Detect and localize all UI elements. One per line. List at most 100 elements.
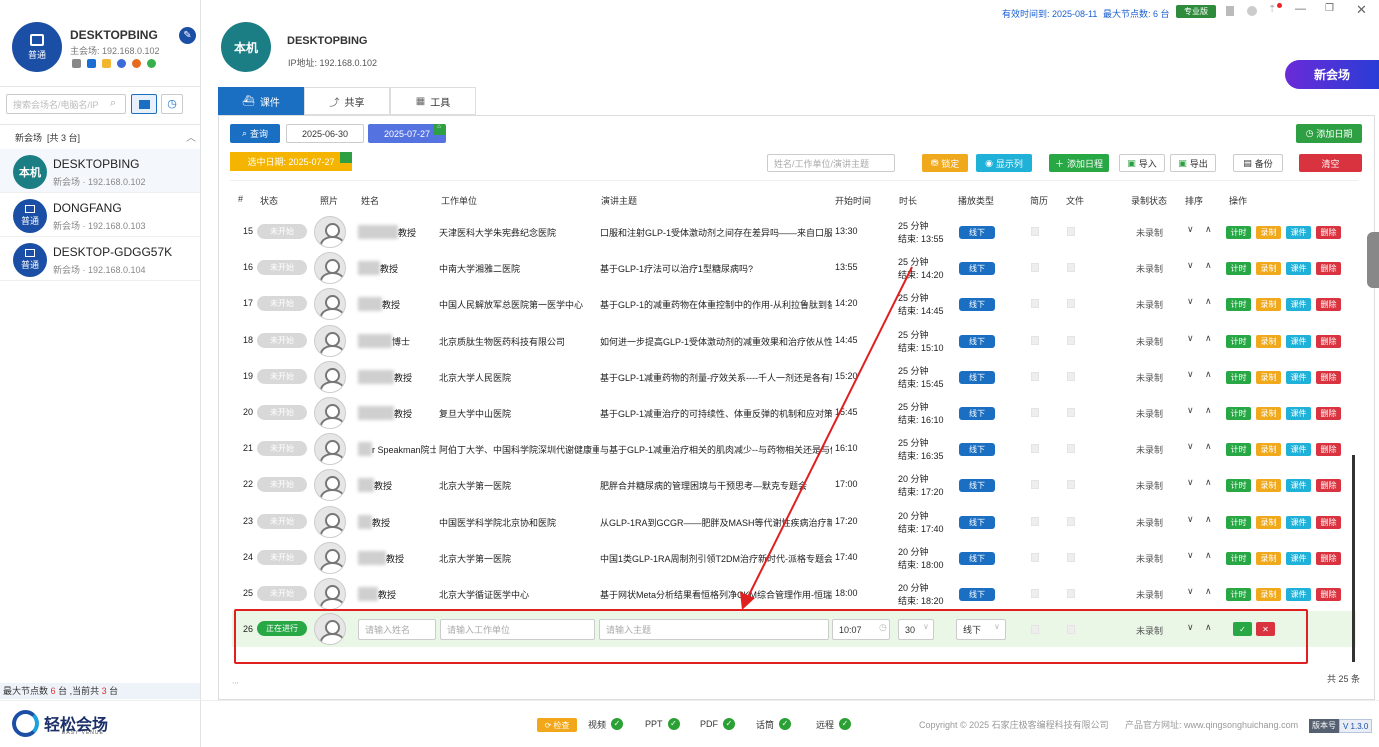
file-checkbox[interactable] (1067, 299, 1075, 309)
resume-checkbox[interactable] (1031, 480, 1039, 490)
lock-button[interactable]: ⛃ 锁定 (922, 154, 968, 172)
sort-up-icon[interactable]: ∧ (1205, 405, 1212, 416)
delete-button[interactable]: 删除 (1316, 479, 1341, 493)
play-type-button[interactable]: 线下 (959, 334, 995, 348)
row-search-input[interactable]: 姓名/工作单位/演讲主题 (767, 154, 895, 172)
record-button[interactable]: 录制 (1256, 334, 1281, 348)
scrollbar[interactable] (1352, 455, 1355, 662)
avatar[interactable] (314, 360, 346, 393)
sort-down-icon[interactable]: ∨ (1187, 477, 1194, 488)
sort-down-icon[interactable]: ∨ (1187, 441, 1194, 452)
timer-button[interactable]: 计时 (1226, 588, 1251, 601)
avatar[interactable] (314, 397, 346, 429)
resume-checkbox[interactable] (1031, 371, 1039, 381)
avatar[interactable] (314, 216, 346, 248)
side-handle[interactable] (1367, 232, 1379, 288)
sort-down-icon[interactable]: ∨ (1187, 405, 1194, 416)
sort-down-icon[interactable]: ∨ (1187, 550, 1194, 561)
doc-icon[interactable] (1226, 6, 1234, 16)
courseware-button[interactable]: 课件 (1286, 515, 1311, 529)
close-icon[interactable]: ✕ (1356, 2, 1367, 18)
import-button[interactable]: ▣ 导入 (1119, 154, 1165, 172)
courseware-button[interactable]: 课件 (1286, 479, 1311, 493)
sort-up-icon[interactable]: ∧ (1205, 260, 1212, 271)
tab-courseware[interactable]: ⛴ 课件 (218, 87, 304, 115)
delete-button[interactable]: 删除 (1316, 588, 1341, 601)
file-checkbox[interactable] (1067, 408, 1075, 417)
timer-button[interactable]: 计时 (1226, 262, 1251, 276)
record-button[interactable]: 录制 (1256, 407, 1281, 420)
delete-button[interactable]: 删除 (1316, 298, 1341, 312)
timer-button[interactable]: 计时 (1226, 479, 1251, 493)
play-type-button[interactable]: 线下 (959, 407, 995, 420)
sort-up-icon[interactable]: ∧ (1205, 224, 1212, 235)
delete-button[interactable]: 删除 (1316, 334, 1341, 348)
group-header[interactable]: 新会场 [共 3 台] (15, 131, 80, 144)
sort-down-icon[interactable]: ∨ (1187, 224, 1194, 235)
resume-checkbox[interactable] (1031, 552, 1039, 562)
courseware-button[interactable]: 课件 (1286, 407, 1311, 420)
resume-checkbox[interactable] (1031, 444, 1039, 454)
timer-button[interactable]: 计时 (1226, 407, 1251, 420)
show-columns-button[interactable]: ◉ 显示列 (976, 154, 1032, 172)
timer-button[interactable]: 计时 (1226, 443, 1251, 457)
courseware-button[interactable]: 课件 (1286, 370, 1311, 384)
resume-checkbox[interactable] (1031, 589, 1039, 598)
backup-button[interactable]: ▤ 备份 (1233, 154, 1283, 172)
delete-button[interactable]: 删除 (1316, 370, 1341, 384)
play-type-button[interactable]: 线下 (959, 298, 995, 312)
file-checkbox[interactable] (1067, 516, 1075, 526)
courseware-button[interactable]: 课件 (1286, 588, 1311, 601)
play-type-button[interactable]: 线下 (959, 370, 995, 384)
query-button[interactable]: ⌕ 查询 (230, 124, 280, 143)
avatar[interactable] (314, 288, 346, 321)
sidebar-search-input[interactable]: 搜索会场名/电脑名/IP (6, 94, 126, 114)
sort-up-icon[interactable]: ∧ (1205, 333, 1212, 344)
minimize-icon[interactable]: — (1295, 3, 1306, 15)
record-button[interactable]: 录制 (1256, 226, 1281, 239)
timer-button[interactable]: 计时 (1226, 551, 1251, 565)
play-type-button[interactable]: 线下 (959, 479, 995, 493)
timer-button[interactable]: 计时 (1226, 298, 1251, 312)
record-button[interactable]: 录制 (1256, 370, 1281, 384)
record-button[interactable]: 录制 (1256, 262, 1281, 276)
host-list-item[interactable]: 本机 DESKTOPBING 新会场 · 192.168.0.102 (0, 149, 200, 193)
file-checkbox[interactable] (1067, 335, 1075, 345)
sort-up-icon[interactable]: ∧ (1205, 296, 1212, 307)
courseware-button[interactable]: 课件 (1286, 551, 1311, 565)
clear-button[interactable]: 清空 (1299, 154, 1362, 172)
record-button[interactable]: 录制 (1256, 479, 1281, 493)
timer-button[interactable]: 计时 (1226, 370, 1251, 384)
sort-up-icon[interactable]: ∧ (1205, 477, 1212, 488)
delete-button[interactable]: 删除 (1316, 407, 1341, 420)
avatar[interactable] (314, 324, 346, 357)
file-checkbox[interactable] (1067, 371, 1075, 381)
new-venue-button[interactable]: 新会场 (1285, 60, 1379, 89)
sort-up-icon[interactable]: ∧ (1205, 369, 1212, 380)
clock-icon[interactable]: ◷ (161, 94, 183, 114)
sort-up-icon[interactable]: ∧ (1205, 550, 1212, 561)
courseware-button[interactable]: 课件 (1286, 262, 1311, 276)
avatar[interactable] (314, 541, 346, 574)
record-button[interactable]: 录制 (1256, 298, 1281, 312)
delete-button[interactable]: 删除 (1316, 226, 1341, 239)
resume-checkbox[interactable] (1031, 299, 1039, 309)
file-checkbox[interactable] (1067, 263, 1075, 273)
sort-up-icon[interactable]: ∧ (1205, 586, 1212, 597)
file-checkbox[interactable] (1067, 480, 1075, 490)
check-button[interactable]: ⟳ 检查 (537, 718, 577, 732)
sort-up-icon[interactable]: ∧ (1205, 514, 1212, 525)
edit-icon[interactable]: ✎ (179, 27, 196, 44)
avatar[interactable] (314, 505, 346, 538)
export-button[interactable]: ▣ 导出 (1170, 154, 1216, 172)
file-checkbox[interactable] (1067, 444, 1075, 454)
play-type-button[interactable]: 线下 (959, 588, 995, 601)
record-button[interactable]: 录制 (1256, 588, 1281, 601)
collapse-icon[interactable]: ︿ (186, 129, 196, 144)
record-button[interactable]: 录制 (1256, 551, 1281, 565)
resume-checkbox[interactable] (1031, 408, 1039, 417)
timer-button[interactable]: 计时 (1226, 226, 1251, 239)
timer-button[interactable]: 计时 (1226, 515, 1251, 529)
play-type-button[interactable]: 线下 (959, 226, 995, 239)
sort-down-icon[interactable]: ∨ (1187, 260, 1194, 271)
